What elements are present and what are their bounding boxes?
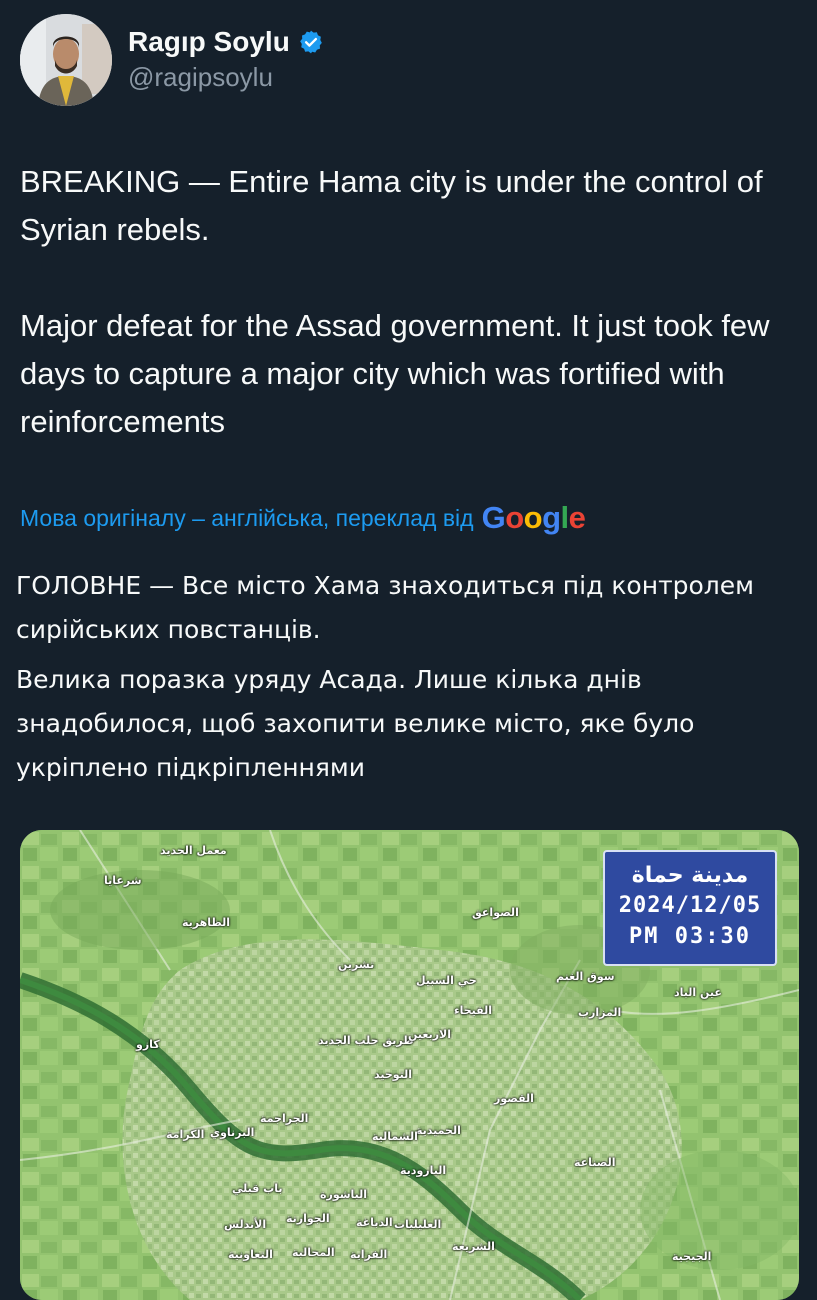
google-logo: Google (482, 500, 586, 536)
google-logo-letter: o (505, 500, 524, 535)
author-display-name[interactable]: Ragıp Soylu (128, 26, 290, 58)
info-box-time: PM 03:30 (629, 924, 751, 949)
info-box-title: مدينة حماة (631, 863, 749, 888)
map-label: العليليات (394, 1218, 442, 1231)
map-label: الباشورة (320, 1188, 368, 1201)
map-info-box: مدينة حماة 2024/12/05 PM 03:30 (603, 850, 777, 966)
map-label: الظاهرية (182, 916, 231, 929)
map-label: الكرامة (166, 1128, 205, 1141)
map-label: التوحيد (374, 1068, 413, 1081)
map-label: الفيحاء (454, 1004, 492, 1017)
translation-label: Мова оригіналу – англійська, переклад ві… (20, 504, 474, 531)
map-label: الاربعين (408, 1028, 452, 1041)
map-label: المحالبة (292, 1246, 335, 1259)
map-label: الشمالية (372, 1130, 418, 1143)
tweet-media-image[interactable]: معمل الحديد شرعايا الظاهرية الصواعق تشري… (20, 830, 799, 1300)
google-logo-letter: G (481, 500, 506, 535)
map-label: البارودية (400, 1164, 447, 1177)
tweet-paragraph: BREAKING — Entire Hama city is under the… (20, 164, 763, 247)
map-label: الشريعة (452, 1240, 495, 1253)
map-label: سوق الغنم (556, 970, 615, 983)
map-label: الأندلس (224, 1218, 267, 1231)
tweet-paragraph: Major defeat for the Assad government. I… (20, 308, 770, 439)
map-label: الجوارنة (286, 1212, 330, 1225)
google-logo-letter: o (523, 500, 543, 535)
map-label: القصور (494, 1092, 534, 1105)
author-name-row: Ragıp Soylu (128, 24, 324, 60)
map-label: الجراجمة (260, 1112, 309, 1125)
map-label: تشرين (338, 958, 375, 971)
map-label: الحميدية (416, 1124, 461, 1137)
google-logo-letter: l (560, 500, 570, 535)
map-label: المزارب (578, 1006, 622, 1019)
info-box-date: 2024/12/05 (618, 893, 762, 918)
map-label: الدباغة (356, 1216, 393, 1229)
translated-paragraph: Велика поразка уряду Асада. Лише кілька … (16, 665, 695, 782)
map-label: الفراية (350, 1248, 388, 1261)
translated-text: ГОЛОВНЕ — Все місто Хама знаходиться під… (16, 564, 806, 790)
author-handle[interactable]: @ragipsoylu (128, 62, 273, 93)
google-logo-letter: e (568, 500, 586, 535)
map-label: الصناعة (574, 1156, 616, 1169)
map-label: طريق حلب الجديد (318, 1034, 414, 1047)
profile-photo-icon (20, 14, 112, 106)
map-label: معمل الحديد (160, 844, 227, 857)
google-logo-letter: g (542, 500, 561, 535)
map-label: البرناوي (210, 1126, 255, 1139)
map-label: الصواعق (472, 906, 519, 919)
map-label: كازو (136, 1038, 160, 1051)
avatar[interactable] (20, 14, 112, 106)
map-label: شرعايا (104, 874, 142, 887)
map-label: باب قبلي (232, 1182, 283, 1195)
map-label: التعاونية (228, 1248, 273, 1261)
translation-attribution[interactable]: Мова оригіналу – англійська, переклад ві… (20, 498, 586, 538)
map-label: حي السبيل (416, 974, 477, 987)
map-label: عين الباد (674, 986, 722, 999)
map-label: الجيجية (672, 1250, 712, 1263)
tweet-text: BREAKING — Entire Hama city is under the… (20, 158, 800, 446)
verified-badge-icon (298, 29, 324, 55)
translated-paragraph: ГОЛОВНЕ — Все місто Хама знаходиться під… (16, 571, 755, 644)
